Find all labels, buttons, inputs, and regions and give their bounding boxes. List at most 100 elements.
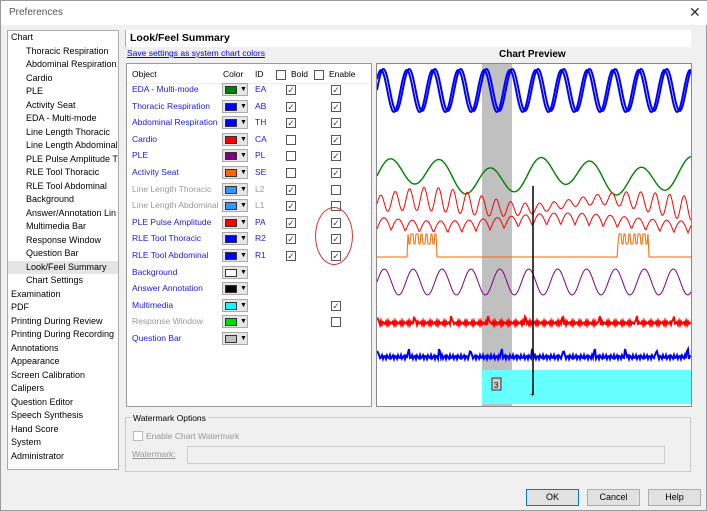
table-row: PLE ▼ PL ✓ (127, 148, 371, 164)
color-picker[interactable]: ▼ (222, 83, 248, 96)
bold-checkbox[interactable]: ✓ (286, 201, 296, 212)
dropdown-arrow-icon: ▼ (240, 218, 247, 226)
bold-checkbox[interactable]: ✓ (286, 234, 296, 245)
color-picker[interactable]: ▼ (222, 265, 248, 279)
color-swatch (225, 185, 237, 194)
tree-item[interactable]: Hand Score (8, 423, 118, 437)
color-picker[interactable]: ▼ (222, 315, 248, 329)
tree-item[interactable]: Question Bar (8, 247, 118, 261)
enable-checkbox[interactable] (331, 184, 341, 195)
ok-button[interactable]: OK (526, 489, 579, 506)
tree-item[interactable]: Look/Feel Summary (8, 260, 118, 274)
bold-checkbox[interactable]: ✓ (286, 101, 296, 112)
color-picker[interactable]: ▼ (222, 132, 248, 146)
color-picker[interactable]: ▼ (222, 182, 248, 196)
tree-item[interactable]: PDF (8, 301, 118, 315)
tree-item[interactable]: Response Window (8, 234, 118, 248)
color-picker[interactable]: ▼ (222, 116, 248, 130)
tree-item[interactable]: Annotations (8, 342, 118, 356)
tree-item[interactable]: Speech Synthesis (8, 409, 118, 423)
ple-pulse-trace (376, 212, 692, 235)
enable-all-checkbox[interactable] (314, 70, 324, 80)
tree-item[interactable]: Answer/Annotation Lin (8, 207, 118, 221)
chart-preview: 3 + (376, 63, 692, 407)
object-name: Thoracic Respiration (132, 100, 210, 111)
enable-checkbox[interactable]: ✓ (331, 168, 341, 178)
tree-item[interactable]: Cardio (8, 72, 118, 86)
tree-item[interactable]: Screen Calibration (8, 369, 118, 383)
color-picker[interactable]: ▼ (222, 232, 248, 246)
tree-item[interactable]: RLE Tool Abdominal (8, 180, 118, 194)
bold-all-checkbox[interactable] (276, 70, 286, 80)
object-name: Background (132, 266, 178, 277)
enable-watermark-checkbox[interactable] (133, 431, 143, 441)
color-picker[interactable]: ▼ (222, 166, 248, 179)
enable-checkbox[interactable]: ✓ (331, 101, 341, 112)
tree-item[interactable]: Line Length Abdominal (8, 139, 118, 153)
tree-item[interactable]: EDA - Multi-mode (8, 112, 118, 126)
dropdown-arrow-icon: ▼ (240, 301, 247, 309)
color-picker[interactable]: ▼ (222, 282, 248, 296)
object-name: Multimedia (132, 299, 174, 310)
bold-checkbox[interactable] (286, 168, 296, 178)
bold-checkbox[interactable]: ✓ (286, 118, 296, 129)
tree-item[interactable]: Calipers (8, 382, 118, 396)
tree-item[interactable]: RLE Tool Thoracic (8, 166, 118, 180)
tree-item[interactable]: Printing During Recording (8, 328, 118, 342)
tree-item[interactable]: Multimedia Bar (8, 220, 118, 234)
enable-checkbox[interactable]: ✓ (331, 85, 341, 95)
dropdown-arrow-icon: ▼ (240, 252, 247, 259)
tree-item[interactable]: Line Length Thoracic (8, 126, 118, 140)
color-swatch (225, 301, 237, 310)
tree-item[interactable]: Thoracic Respiration (8, 45, 118, 59)
bold-checkbox[interactable]: ✓ (286, 184, 296, 195)
enable-checkbox[interactable]: ✓ (331, 151, 341, 162)
tree-item[interactable]: Abdominal Respiration (8, 58, 118, 72)
color-picker[interactable]: ▼ (222, 199, 248, 213)
tree-item[interactable]: System (8, 436, 118, 450)
table-row: EDA - Multi-mode ▼ EA ✓ ✓ (127, 82, 371, 98)
object-id: R1 (255, 250, 266, 260)
bold-checkbox[interactable] (286, 134, 296, 145)
multimedia-bar (482, 370, 691, 404)
color-swatch (225, 86, 237, 94)
tree-item[interactable]: Activity Seat (8, 99, 118, 113)
save-system-colors-link[interactable]: Save settings as system chart colors (127, 48, 265, 58)
enable-checkbox[interactable]: ✓ (331, 134, 341, 145)
color-picker[interactable]: ▼ (222, 215, 248, 229)
color-swatch (225, 119, 237, 128)
watermark-input[interactable] (187, 446, 665, 464)
table-row: Thoracic Respiration ▼ AB ✓ ✓ (127, 99, 371, 115)
bold-checkbox[interactable]: ✓ (286, 217, 296, 228)
object-id: EA (255, 84, 267, 94)
tree-item[interactable]: Administrator (8, 450, 118, 464)
enable-checkbox[interactable]: ✓ (331, 118, 341, 129)
tree-item[interactable]: Background (8, 193, 118, 207)
category-tree[interactable]: Chart Thoracic Respiration Abdominal Respi… (7, 30, 119, 470)
header-object: Object (132, 69, 157, 79)
tree-item[interactable]: Question Editor (8, 396, 118, 410)
tree-item[interactable]: PLE (8, 85, 118, 99)
color-picker[interactable]: ▼ (222, 99, 248, 113)
table-row: Cardio ▼ CA ✓ (127, 132, 371, 148)
tree-item[interactable]: Examination (8, 288, 118, 302)
bold-checkbox[interactable]: ✓ (286, 251, 296, 261)
color-picker[interactable]: ▼ (222, 249, 248, 262)
cancel-button[interactable]: Cancel (587, 489, 640, 506)
tree-item[interactable]: Chart (8, 31, 118, 45)
color-picker[interactable]: ▼ (222, 298, 248, 312)
color-swatch (225, 218, 237, 227)
color-picker[interactable]: ▼ (222, 332, 248, 345)
color-picker[interactable]: ▼ (222, 149, 248, 163)
watermark-field-label: Watermark: (132, 449, 176, 459)
close-icon[interactable]: ✕ (689, 4, 701, 21)
enable-checkbox[interactable] (331, 317, 341, 328)
tree-item[interactable]: Printing During Review (8, 315, 118, 329)
bold-checkbox[interactable] (286, 151, 296, 162)
tree-item[interactable]: Appearance (8, 355, 118, 369)
bold-checkbox[interactable]: ✓ (286, 85, 296, 95)
enable-checkbox[interactable]: ✓ (331, 300, 341, 311)
help-button[interactable]: Help (648, 489, 701, 506)
tree-item[interactable]: Chart Settings (8, 274, 118, 288)
tree-item[interactable]: PLE Pulse Amplitude T (8, 153, 118, 167)
